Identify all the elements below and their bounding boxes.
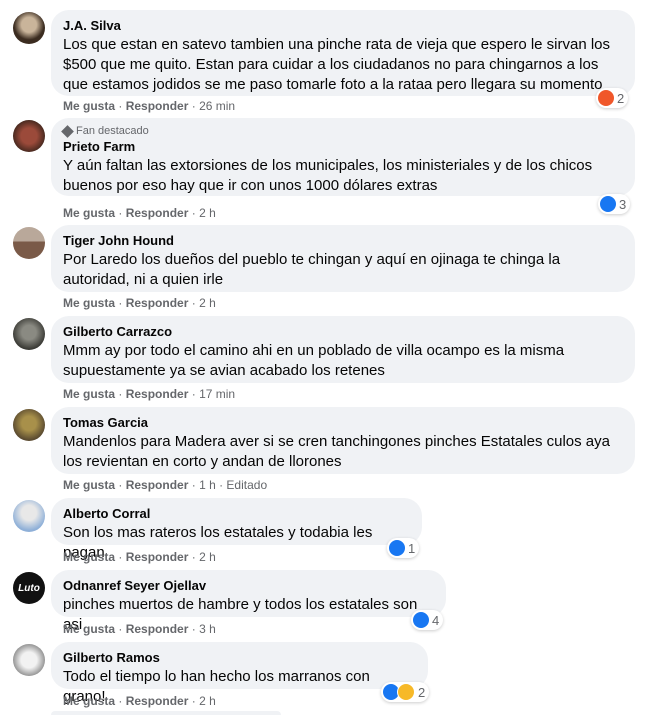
author-name[interactable]: J.A. Silva	[63, 17, 623, 34]
timestamp[interactable]: 3 h	[199, 622, 216, 636]
reply-button[interactable]: Responder	[126, 387, 189, 401]
author-name[interactable]: Gilberto Ramos	[63, 649, 416, 666]
reply-button[interactable]: Responder	[126, 550, 189, 564]
author-name[interactable]: Tiger John Hound	[63, 232, 623, 249]
reactions-count[interactable]: 3	[598, 194, 631, 214]
avatar[interactable]	[13, 12, 45, 44]
author-name[interactable]: Prieto Farm	[63, 138, 623, 155]
timestamp[interactable]: 17 min	[199, 387, 235, 401]
avatar[interactable]	[13, 409, 45, 441]
comment-text: Los que estan en satevo tambien una pinc…	[63, 36, 611, 93]
like-button[interactable]: Me gusta	[63, 296, 115, 310]
author-name[interactable]: Alberto Corral	[63, 505, 410, 522]
comment-actions: Me gusta · Responder · 1 h · Editado	[63, 478, 268, 492]
reply-button[interactable]: Responder	[126, 694, 189, 708]
timestamp[interactable]: 2 h	[199, 694, 216, 708]
like-reaction-icon	[600, 196, 616, 212]
avatar[interactable]: Luto	[13, 572, 45, 604]
comment-bubble: Fan destacado Prieto Farm Y aún faltan l…	[51, 118, 635, 196]
reply-button[interactable]: Responder	[126, 296, 189, 310]
comment-bubble: Gilberto Carrazco Mmm ay por todo el cam…	[51, 316, 635, 383]
timestamp[interactable]: 26 min	[199, 99, 235, 113]
timestamp[interactable]: 2 h	[199, 550, 216, 564]
like-button[interactable]: Me gusta	[63, 99, 115, 113]
avatar[interactable]	[13, 227, 45, 259]
like-reaction-icon	[413, 612, 429, 628]
reply-button[interactable]: Responder	[126, 478, 189, 492]
comment-bubble: Alberto Corral Son los mas rateros los e…	[51, 498, 422, 561]
comment-bubble: Odnanref Seyer Ojellav pinches muertos d…	[51, 570, 446, 633]
avatar[interactable]	[13, 644, 45, 676]
comment-text: Y aún faltan las extorsiones de los muni…	[63, 157, 593, 194]
like-button[interactable]: Me gusta	[63, 622, 115, 636]
like-button[interactable]: Me gusta	[63, 694, 115, 708]
reply-button[interactable]: Responder	[126, 622, 189, 636]
next-comment-bubble	[51, 711, 281, 715]
comment-bubble: J.A. Silva Los que estan en satevo tambi…	[51, 10, 635, 96]
reply-button[interactable]: Responder	[126, 206, 189, 220]
avatar[interactable]	[13, 500, 45, 532]
timestamp[interactable]: 2 h	[199, 206, 216, 220]
comment-text: Mandenlos para Madera aver si se cren ta…	[63, 433, 610, 470]
comment-actions: Me gusta · Responder · 26 min	[63, 99, 236, 113]
reply-button[interactable]: Responder	[126, 99, 189, 113]
reactions-count[interactable]: 2	[381, 682, 430, 702]
author-name[interactable]: Odnanref Seyer Ojellav	[63, 577, 434, 594]
haha-reaction-icon	[397, 683, 415, 701]
comment-actions: Me gusta · Responder · 17 min	[63, 387, 236, 401]
avatar[interactable]	[13, 120, 45, 152]
comment-text: Por Laredo los dueños del pueblo te chin…	[63, 251, 561, 288]
fan-badge: Fan destacado	[61, 124, 623, 138]
timestamp[interactable]: 1 h · Editado	[199, 478, 267, 492]
comment-bubble: Gilberto Ramos Todo el tiempo lo han hec…	[51, 642, 428, 705]
angry-reaction-icon	[598, 90, 614, 106]
author-name[interactable]: Gilberto Carrazco	[63, 323, 623, 340]
comment-bubble: Tomas Garcia Mandenlos para Madera aver …	[51, 407, 635, 474]
comment-bubble: Tiger John Hound Por Laredo los dueños d…	[51, 225, 635, 292]
comment-actions: Me gusta · Responder · 2 h	[63, 206, 216, 220]
comment-text: Mmm ay por todo el camino ahi en un pobl…	[63, 342, 565, 379]
author-name[interactable]: Tomas Garcia	[63, 414, 623, 431]
like-button[interactable]: Me gusta	[63, 206, 115, 220]
comment-actions: Me gusta · Responder · 3 h	[63, 622, 216, 636]
like-reaction-icon	[389, 540, 405, 556]
reactions-count[interactable]: 2	[596, 88, 629, 108]
like-button[interactable]: Me gusta	[63, 550, 115, 564]
diamond-icon	[61, 124, 74, 138]
like-button[interactable]: Me gusta	[63, 387, 115, 401]
comment-actions: Me gusta · Responder · 2 h	[63, 296, 216, 310]
timestamp[interactable]: 2 h	[199, 296, 216, 310]
comment-actions: Me gusta · Responder · 2 h	[63, 694, 216, 708]
reactions-count[interactable]: 4	[411, 610, 444, 630]
like-button[interactable]: Me gusta	[63, 478, 115, 492]
comment-actions: Me gusta · Responder · 2 h	[63, 550, 216, 564]
avatar[interactable]	[13, 318, 45, 350]
reactions-count[interactable]: 1	[387, 538, 420, 558]
